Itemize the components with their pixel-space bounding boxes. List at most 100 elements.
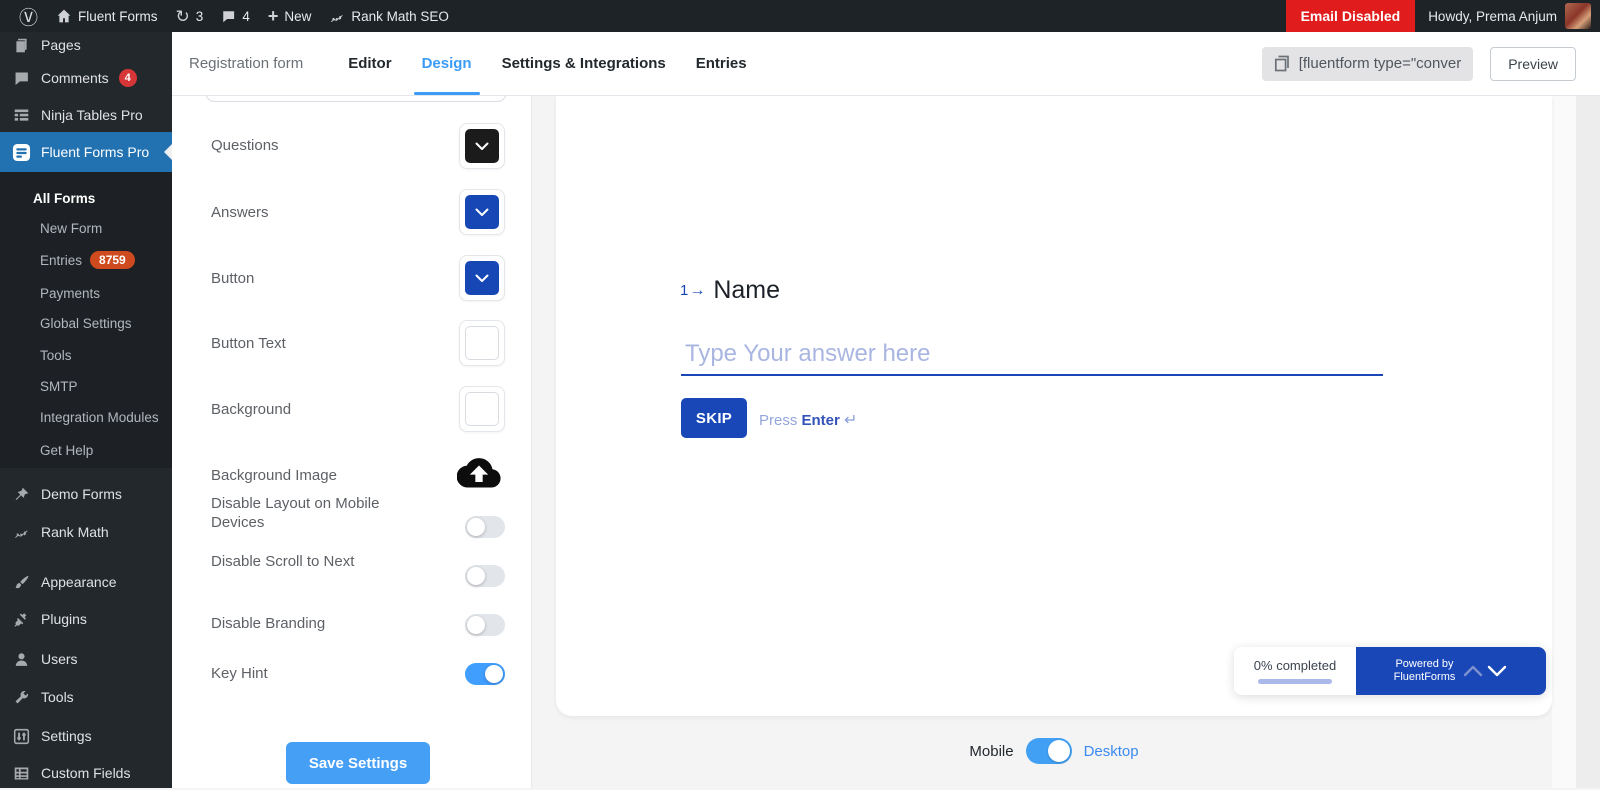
home-icon (56, 8, 72, 24)
editor-tabs: Editor Design Settings & Integrations En… (333, 32, 761, 95)
subitem-label: SMTP (40, 378, 78, 394)
device-preview-toggle[interactable] (1025, 738, 1072, 764)
sidebar-item-plugins[interactable]: Plugins (0, 602, 172, 636)
answer-input[interactable] (681, 334, 1383, 376)
sidebar-item-label: Users (41, 651, 78, 667)
sidebar-item-comments[interactable]: Comments 4 (0, 61, 172, 95)
tab-editor[interactable]: Editor (333, 32, 406, 95)
disable-branding-toggle[interactable] (465, 614, 505, 636)
button-color-picker[interactable] (459, 255, 505, 301)
sidebar-subitem-smtp[interactable]: SMTP (0, 372, 172, 400)
enter-label: Enter (801, 412, 840, 429)
form-title: Registration form (189, 55, 304, 72)
sidebar-subitem-entries[interactable]: Entries 8759 (0, 246, 172, 274)
progress-bar (1258, 679, 1332, 684)
updates-icon: ↻ (175, 6, 190, 26)
sidebar-item-label: Tools (41, 689, 74, 705)
sidebar-item-pages[interactable]: Pages (0, 28, 172, 62)
avatar (1565, 3, 1591, 29)
button-text-color-picker[interactable] (459, 320, 505, 366)
fluent-forms-icon (11, 143, 31, 162)
page-scrollbar-track[interactable] (1576, 96, 1600, 788)
chevron-down-icon[interactable] (1486, 664, 1508, 678)
sidebar-item-settings[interactable]: Settings (0, 719, 172, 753)
wordpress-logo-icon: Ⓥ (19, 7, 39, 29)
key-hint-toggle[interactable] (465, 663, 505, 685)
tab-label: Design (421, 55, 472, 72)
disable-layout-mobile-toggle[interactable] (465, 516, 505, 538)
subitem-label: All Forms (33, 190, 96, 206)
sidebar-subitem-all-forms[interactable]: All Forms (0, 184, 172, 212)
chevron-down-icon (475, 208, 489, 216)
save-settings-button[interactable]: Save Settings (286, 742, 430, 784)
question-heading: 1 → Name (680, 276, 780, 305)
shortcode-copy-chip[interactable]: [fluentform type="conver (1261, 46, 1474, 81)
shortcode-text: [fluentform type="conver (1298, 55, 1462, 72)
comments-link[interactable]: 4 (212, 0, 259, 32)
sidebar-item-ninja-tables-pro[interactable]: Ninja Tables Pro (0, 98, 172, 132)
sidebar-subitem-tools[interactable]: Tools (0, 341, 172, 369)
subitem-label: Get Help (40, 442, 94, 458)
wrench-icon (11, 689, 31, 706)
preview-button[interactable]: Preview (1490, 46, 1576, 81)
subitem-label: Global Settings (40, 315, 132, 331)
tab-settings-integrations[interactable]: Settings & Integrations (487, 32, 681, 95)
background-image-upload-button[interactable] (456, 454, 501, 488)
entries-badge: 8759 (90, 251, 135, 269)
device-preview-switch-row: Mobile Desktop (556, 724, 1552, 778)
form-editor-header: Registration form Editor Design Settings… (172, 32, 1600, 96)
question-title: Name (713, 276, 781, 304)
progress-indicator: 0% completed (1234, 647, 1356, 695)
wp-logo-menu[interactable]: Ⓥ (10, 0, 47, 32)
sidebar-item-label: Fluent Forms Pro (41, 144, 150, 160)
rank-math-label: Rank Math SEO (351, 8, 449, 24)
tab-label: Settings & Integrations (501, 55, 666, 72)
questions-label: Questions (211, 137, 279, 154)
skip-button[interactable]: SKIP (681, 398, 747, 438)
answers-color-picker[interactable] (459, 189, 505, 235)
question-number: 1 (680, 282, 689, 299)
sliders-icon (11, 728, 31, 745)
chevron-down-icon (475, 142, 489, 150)
updates-link[interactable]: ↻ 3 (167, 0, 213, 32)
chevron-up-icon[interactable] (1462, 664, 1484, 678)
preview-button-label: Preview (1508, 55, 1558, 72)
sidebar-item-fluent-forms-pro[interactable]: Fluent Forms Pro (0, 132, 172, 172)
site-name-link[interactable]: Fluent Forms (47, 0, 167, 32)
subitem-label: Tools (40, 347, 72, 363)
my-account-menu[interactable]: Howdy, Prema Anjum (1415, 3, 1600, 29)
sidebar-item-label: Appearance (41, 574, 117, 590)
sidebar-subitem-integration-modules[interactable]: Integration Modules (0, 403, 172, 431)
color-swatch (465, 392, 499, 426)
tab-entries[interactable]: Entries (681, 32, 762, 95)
email-disabled-badge[interactable]: Email Disabled (1285, 0, 1416, 32)
sidebar-subitem-get-help[interactable]: Get Help (0, 436, 172, 464)
color-swatch (465, 195, 499, 229)
sidebar-subitem-payments[interactable]: Payments (0, 279, 172, 307)
tab-design[interactable]: Design (407, 32, 487, 95)
sidebar-subitem-new-form[interactable]: New Form (0, 214, 172, 242)
sidebar-item-rank-math[interactable]: Rank Math (0, 515, 172, 549)
questions-color-picker[interactable] (459, 123, 505, 169)
sidebar-subitem-global-settings[interactable]: Global Settings (0, 309, 172, 337)
sidebar-item-custom-fields[interactable]: Custom Fields (0, 756, 172, 790)
wp-admin-bar: Ⓥ Fluent Forms ↻ 3 4 + New Rank Math SEO… (0, 0, 1600, 32)
rank-math-seo-menu[interactable]: Rank Math SEO (320, 0, 458, 32)
button-text-label: Button Text (211, 335, 286, 352)
sidebar-item-tools[interactable]: Tools (0, 680, 172, 714)
sidebar-item-label: Rank Math (41, 524, 109, 540)
new-content-menu[interactable]: + New (259, 0, 321, 32)
disable-scroll-next-toggle[interactable] (465, 565, 505, 587)
toggle-knob (467, 616, 485, 634)
color-swatch (465, 129, 499, 163)
background-color-picker[interactable] (459, 386, 505, 432)
sidebar-item-users[interactable]: Users (0, 642, 172, 676)
sidebar-item-demo-forms[interactable]: Demo Forms (0, 477, 172, 511)
form-preview-card: 1 → Name SKIP Press Enter ↵ 0% completed… (556, 96, 1552, 716)
powered-by-badge[interactable]: Powered by FluentForms (1356, 647, 1546, 695)
question-arrow-icon: → (689, 281, 706, 299)
sidebar-item-appearance[interactable]: Appearance (0, 565, 172, 599)
wp-admin-sidebar: Pages Comments 4 Ninja Tables Pro Fluent… (0, 32, 172, 788)
toggle-knob (1047, 740, 1070, 762)
sidebar-item-label: Settings (41, 728, 92, 744)
